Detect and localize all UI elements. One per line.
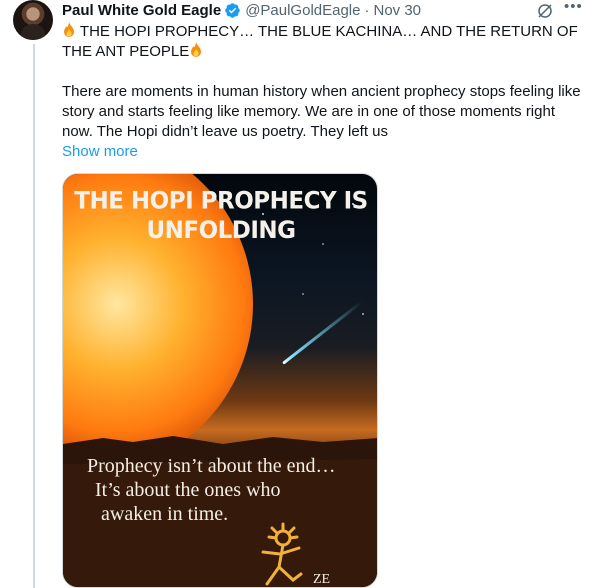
verified-badge-icon xyxy=(225,2,240,18)
more-options-icon[interactable]: ••• xyxy=(564,0,582,18)
tweet-headline-text: THE HOPI PROPHECY… THE BLUE KACHINA… AND… xyxy=(62,23,578,60)
author-handle[interactable]: @PaulGoldEagle xyxy=(245,2,360,19)
separator-dot: · xyxy=(364,1,370,19)
fire-emoji-icon xyxy=(64,22,74,37)
tweet-date[interactable]: Nov 30 xyxy=(374,2,422,19)
grok-icon[interactable] xyxy=(536,2,554,20)
poster-signature: ZE xyxy=(313,572,331,587)
poster-caption-line: It’s about the ones who xyxy=(95,479,281,501)
tweet-text-headline: THE HOPI PROPHECY… THE BLUE KACHINA… AND… xyxy=(62,22,582,62)
poster-caption-line: Prophecy isn’t about the end… xyxy=(87,455,336,477)
poster-caption-line: awaken in time. xyxy=(101,503,229,525)
tweet-text-body: There are moments in human history when … xyxy=(62,83,581,140)
show-more-link[interactable]: Show more xyxy=(62,143,138,160)
poster-caption: Prophecy isn’t about the end… It’s about… xyxy=(87,454,377,526)
petroglyph-figure xyxy=(261,522,303,586)
fire-emoji-icon xyxy=(191,42,202,57)
tweet-header: Paul White Gold Eagle @PaulGoldEagle · N… xyxy=(62,0,421,20)
poster-title: THE HOPI PROPHECY IS UNFOLDING xyxy=(74,187,368,245)
author-name[interactable]: Paul White Gold Eagle xyxy=(62,2,221,19)
thread-connector-line xyxy=(33,44,35,588)
tweet-media-image[interactable]: THE HOPI PROPHECY IS UNFOLDING Prophecy … xyxy=(62,173,378,588)
author-avatar[interactable] xyxy=(13,0,53,40)
